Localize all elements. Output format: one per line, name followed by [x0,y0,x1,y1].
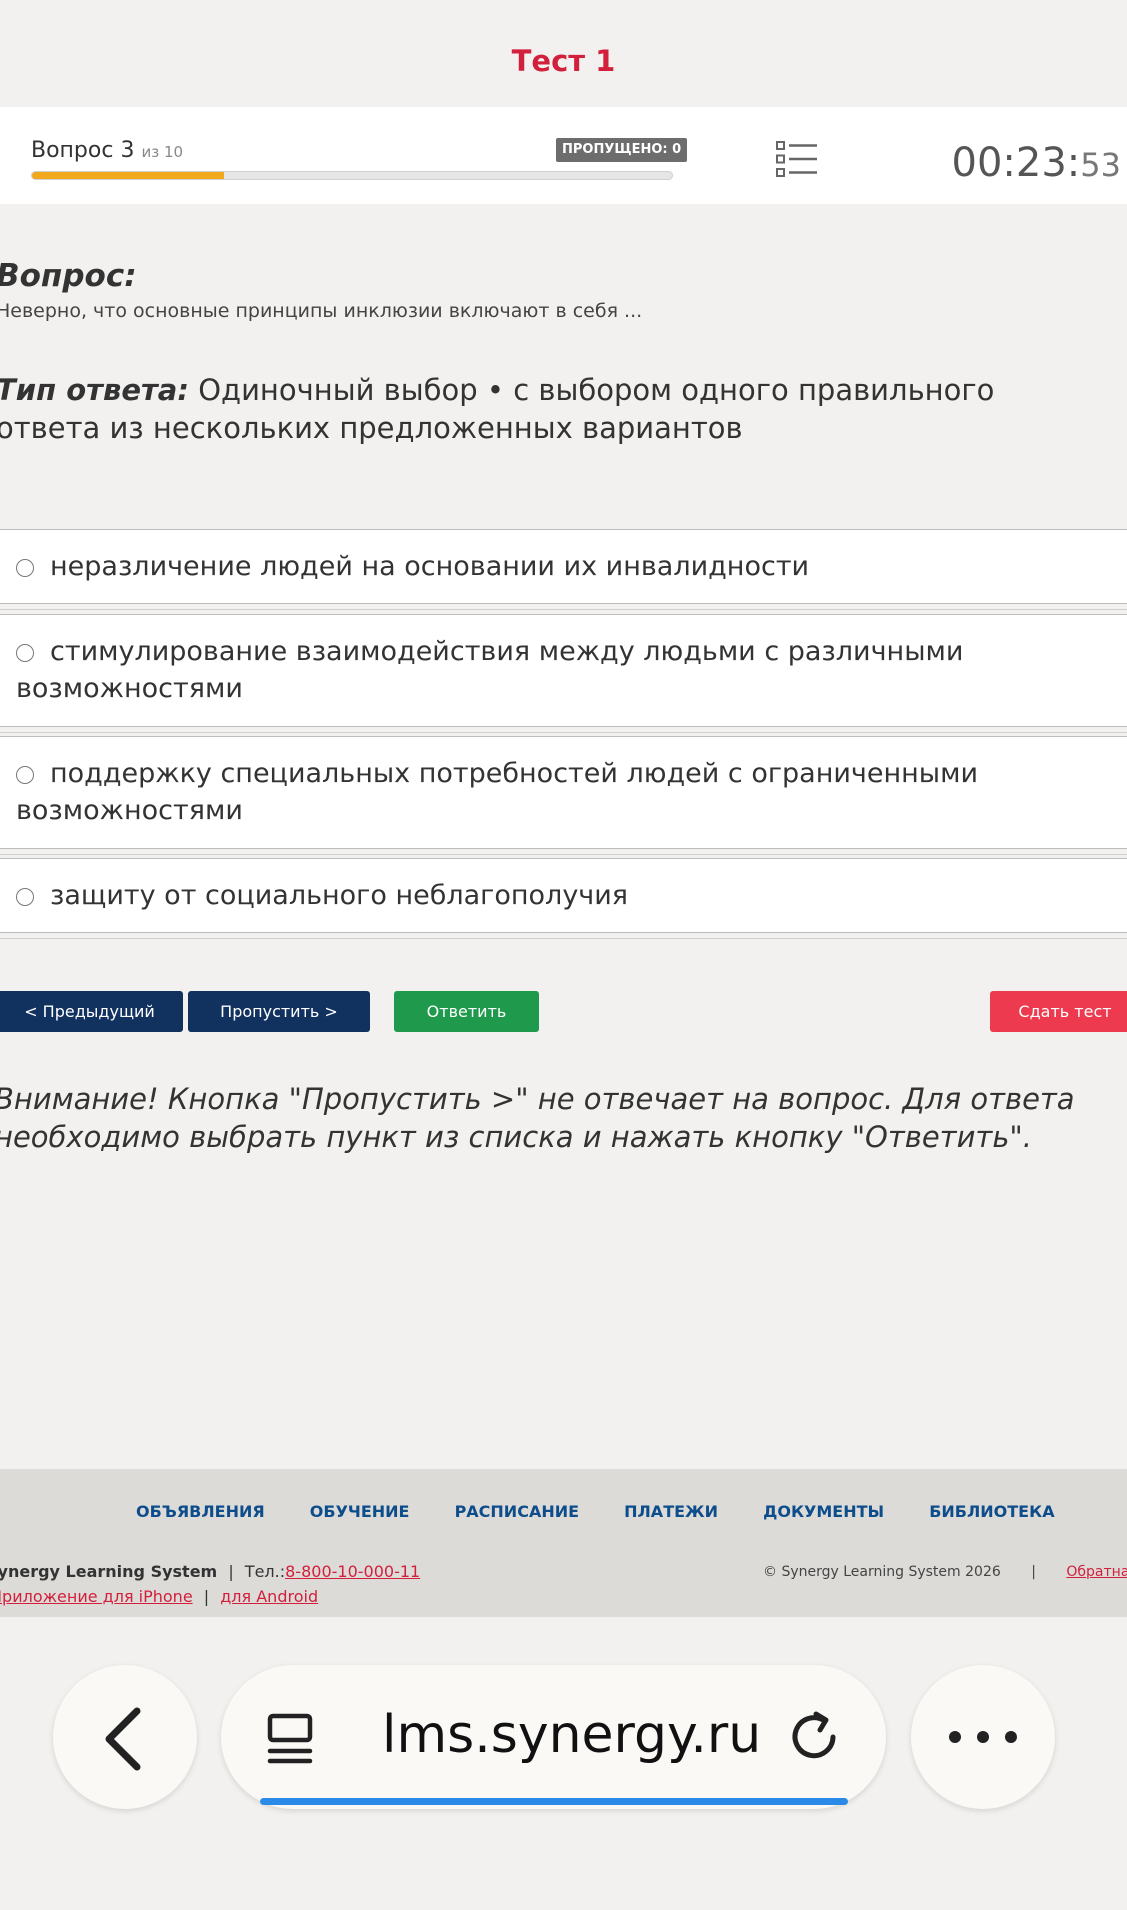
question-text: Неверно, что основные принципы инклюзии … [0,300,643,322]
footer-iphone-app-link[interactable]: Приложение для iPhone [0,1587,193,1606]
answer-option-text: защиту от социального неблагополучия [50,880,629,911]
footer-nav-library[interactable]: БИБЛИОТЕКА [929,1502,1054,1521]
browser-url-text[interactable]: lms.synergy.ru [382,1705,761,1765]
page-load-progress [260,1798,848,1805]
back-icon [105,1707,141,1771]
answer-button[interactable]: Ответить [394,991,539,1032]
answer-option-4[interactable]: защиту от социального неблагополучия [0,858,1127,939]
more-icon [949,1731,1017,1743]
footer-separator: | [1031,1564,1036,1580]
answer-option-1[interactable]: неразличение людей на основании их инвал… [0,529,1127,610]
timer-main: 00:23: [951,140,1081,186]
question-counter: Вопрос 3 из 10 [31,138,183,163]
footer-separator: | [203,1587,210,1606]
footer-nav-announcements[interactable]: ОБЪЯВЛЕНИЯ [136,1502,265,1521]
skip-warning: Внимание! Кнопка "Пропустить >" не отвеч… [0,1082,1075,1154]
footer-feedback-link[interactable]: Обратная связь [1066,1564,1127,1580]
footer-system-name: Synergy Learning System [0,1562,218,1581]
test-title: Тест 1 [511,44,616,78]
answer-type-label: Тип ответа: [0,373,189,407]
footer-contact: Synergy Learning System | Тел.:8-800-10-… [0,1562,420,1581]
footer-phone-label: Тел.: [244,1562,286,1581]
question-progress-fill [32,172,224,179]
reload-icon[interactable] [786,1709,842,1765]
footer-android-app-link[interactable]: для Android [220,1587,318,1606]
footer-nav-payments[interactable]: ПЛАТЕЖИ [624,1502,718,1521]
question-total: из 10 [141,143,184,161]
skip-button[interactable]: Пропустить > [188,991,370,1032]
answer-option-2[interactable]: стимулирование взаимодействия между людь… [0,614,1127,733]
footer-nav-schedule[interactable]: РАСПИСАНИЕ [455,1502,579,1521]
footer-nav-learning[interactable]: ОБУЧЕНИЕ [310,1502,410,1521]
list-icon[interactable] [776,140,818,178]
question-word: Вопрос [31,138,114,163]
footer-copyright: © Synergy Learning System 2026 [763,1564,1001,1580]
answer-option-text: стимулирование взаимодействия между людь… [16,636,964,704]
answer-option-text: неразличение людей на основании их инвал… [50,551,810,582]
submit-test-button[interactable]: Сдать тест [990,991,1127,1032]
footer-separator: | [228,1562,234,1581]
answer-option-3[interactable]: поддержку специальных потребностей людей… [0,736,1127,855]
browser-more-button[interactable] [911,1665,1055,1809]
answer-option-text: поддержку специальных потребностей людей… [16,758,979,826]
question-label: Вопрос: [0,258,137,294]
footer-nav: ОБЪЯВЛЕНИЯ ОБУЧЕНИЕ РАСПИСАНИЕ ПЛАТЕЖИ Д… [136,1502,1095,1521]
footer-apps: Приложение для iPhone | для Android [0,1587,318,1606]
browser-back-button[interactable] [53,1665,197,1809]
timer-seconds: 53 [1080,146,1121,184]
footer-copyright-row: © Synergy Learning System 2026 | Обратна… [763,1564,1127,1580]
tabs-icon[interactable] [267,1713,313,1765]
footer-phone-link[interactable]: 8-800-10-000-11 [285,1562,420,1581]
question-number: 3 [120,138,135,163]
footer-nav-documents[interactable]: ДОКУМЕНТЫ [763,1502,884,1521]
previous-button[interactable]: < Предыдущий [0,991,183,1032]
skipped-badge: ПРОПУЩЕНО: 0 [556,138,688,162]
question-progress-bar [31,171,673,180]
answer-type: Тип ответа: Одиночный выбор • с выбором … [0,371,1076,447]
timer: 00:23:53 [952,140,1121,186]
